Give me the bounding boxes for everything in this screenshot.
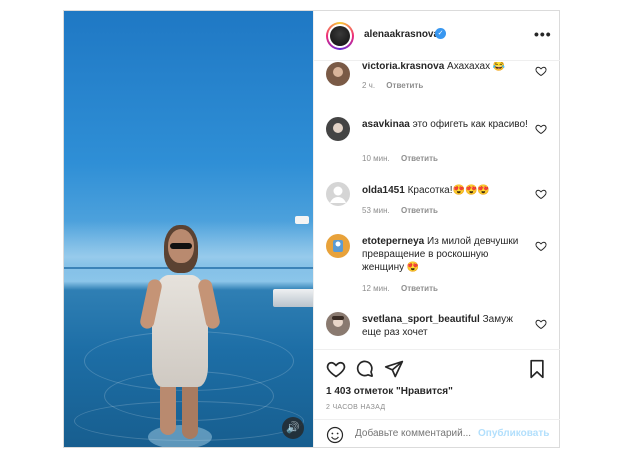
author-username[interactable]: alenaakrasnova [364,29,439,40]
comment-meta: 2 ч. Ответить [362,81,423,90]
comment-username[interactable]: etoteperneya [362,236,424,247]
like-comment-heart-icon[interactable] [535,123,547,135]
reply-button[interactable]: Ответить [401,284,438,293]
speaker-icon: 🔊 [286,421,300,434]
sound-toggle-button[interactable]: 🔊 [282,417,304,439]
post-side-panel: alenaakrasnova ✓ ••• victoria.krasnova А… [313,11,560,447]
comment-username[interactable]: svetlana_sport_beautiful [362,314,480,325]
comment-username[interactable]: asavkinaa [362,119,410,130]
reply-button[interactable]: Ответить [401,154,438,163]
author-avatar[interactable] [326,22,354,50]
verified-badge-icon: ✓ [435,28,446,39]
comment-bubble-icon[interactable] [355,359,375,379]
add-comment-bar: Опубликовать [314,419,560,448]
comment-body: Ахахахах 😂 [447,62,506,72]
publish-button[interactable]: Опубликовать [478,428,549,439]
comment-time: 10 мин. [362,154,390,163]
commenter-avatar[interactable] [326,62,350,86]
commenter-avatar[interactable] [326,234,350,258]
comment-text: olda1451 Красотка!😍😍😍 [362,184,530,197]
post-actions: 1 403 отметок "Нравится" 2 ЧАСОВ НАЗАД О… [314,349,560,447]
like-comment-heart-icon[interactable] [535,65,547,77]
save-bookmark-icon[interactable] [527,359,547,379]
like-heart-icon[interactable] [326,359,346,379]
post-video[interactable]: 🔊 [64,11,313,447]
comment-meta: 12 мин. Ответить [362,284,438,293]
post-time: 2 ЧАСОВ НАЗАД [326,404,386,411]
comment-meta: 53 мин. Ответить [362,206,438,215]
comment-body: это офигеть как красиво! [412,119,528,130]
share-send-icon[interactable] [384,359,404,379]
comment-input[interactable] [355,428,475,439]
post-header: alenaakrasnova ✓ ••• [314,11,560,61]
comments-list[interactable]: victoria.krasnova Ахахахах 😂 2 ч. Ответи… [314,62,560,349]
like-comment-heart-icon[interactable] [535,188,547,200]
commenter-avatar[interactable] [326,117,350,141]
comment-body: Красотка!😍😍😍 [407,185,490,196]
pool-deck [273,289,313,307]
like-comment-heart-icon[interactable] [535,318,547,330]
emoji-smiley-icon[interactable] [326,426,344,444]
comment-username[interactable]: olda1451 [362,185,405,196]
comment-text: asavkinaa это офигеть как красиво! [362,118,530,131]
comment-time: 2 ч. [362,81,376,90]
comment-meta: 10 мин. Ответить [362,154,438,163]
likes-count[interactable]: 1 403 отметок "Нравится" [326,386,453,397]
like-comment-heart-icon[interactable] [535,240,547,252]
reply-button[interactable]: Ответить [386,81,423,90]
pool-post [295,216,309,224]
woman-figure [138,225,222,447]
more-options-icon[interactable]: ••• [534,27,552,41]
commenter-avatar[interactable] [326,182,350,206]
reply-button[interactable]: Ответить [401,206,438,215]
comment-time: 53 мин. [362,206,390,215]
comment-text: svetlana_sport_beautiful Замуж еще раз х… [362,313,530,339]
comment-text: etoteperneya Из милой девчушки превращен… [362,235,530,274]
comment-time: 12 мин. [362,284,390,293]
comment-text: victoria.krasnova Ахахахах 😂 [362,62,530,73]
instagram-post: 🔊 alenaakrasnova ✓ ••• victoria.krasnova… [63,10,560,448]
commenter-avatar[interactable] [326,312,350,336]
comment-username[interactable]: victoria.krasnova [362,62,444,72]
